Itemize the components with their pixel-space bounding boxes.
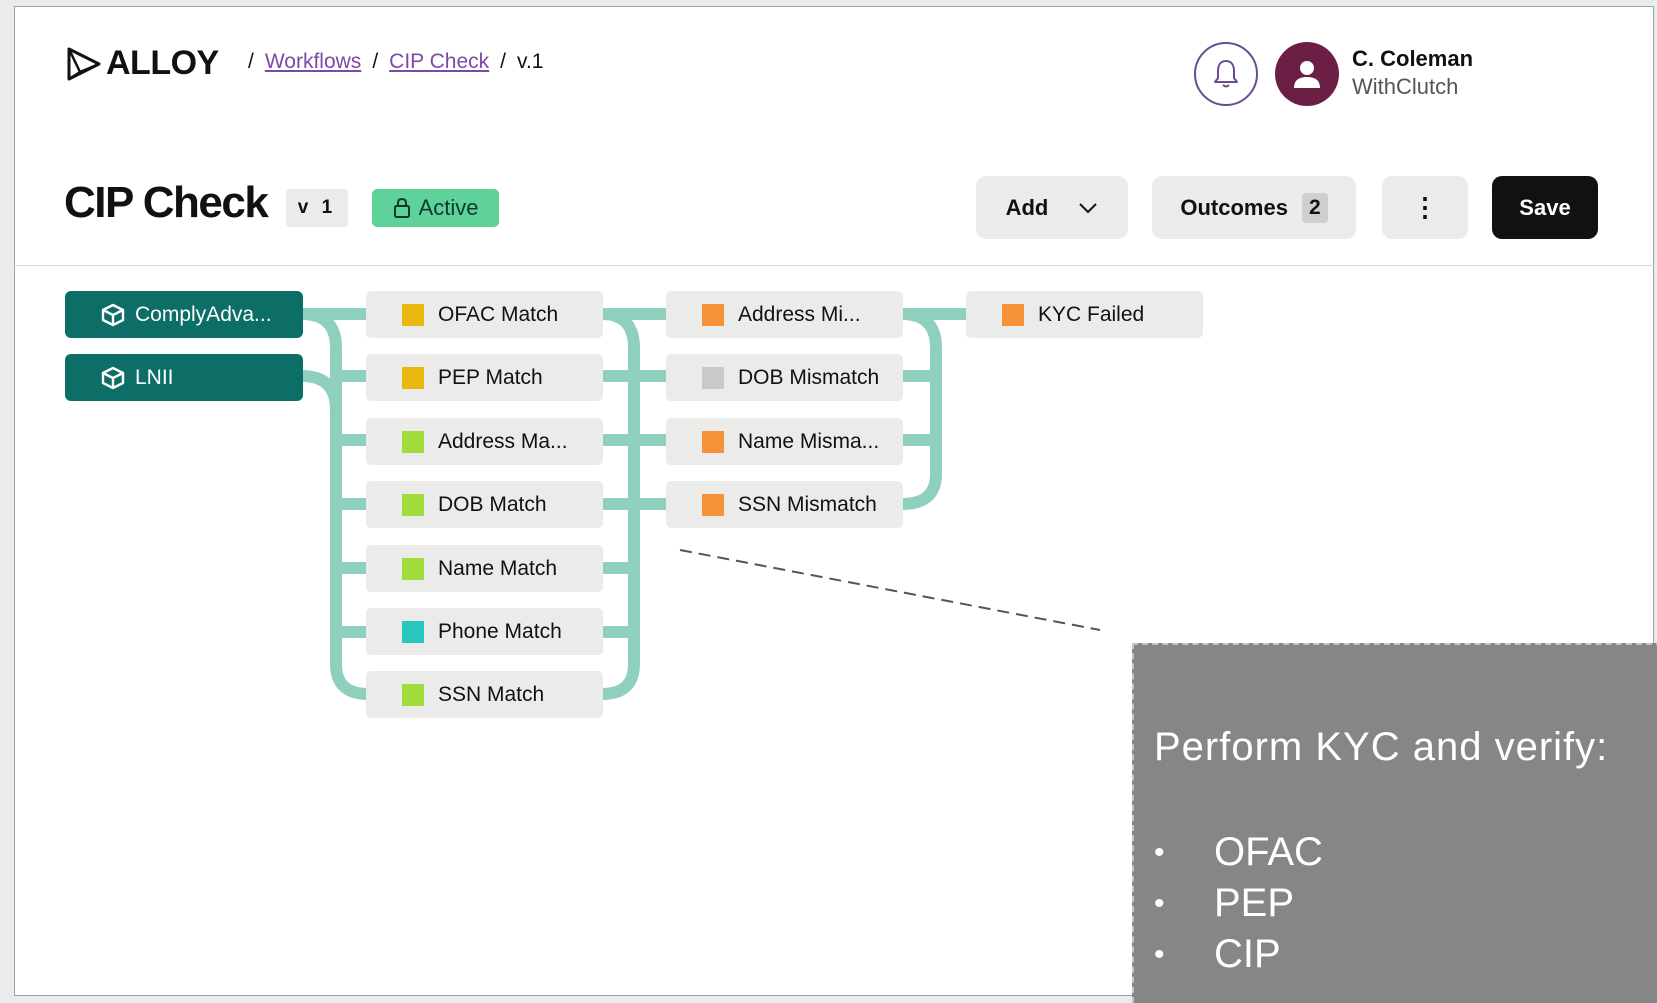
source-node-comply-advantage[interactable]: ComplyAdva... xyxy=(65,291,303,338)
bell-icon xyxy=(1214,60,1238,88)
status-square xyxy=(1002,303,1024,326)
callout-item: PEP xyxy=(1154,878,1323,929)
node-label: Address Mi... xyxy=(738,302,861,326)
status-square xyxy=(402,620,424,643)
node-phone-match[interactable]: Phone Match xyxy=(366,608,603,655)
node-label: DOB Match xyxy=(438,492,547,516)
source-label: LNII xyxy=(135,365,174,389)
node-label: Address Ma... xyxy=(438,429,568,453)
status-square xyxy=(402,683,424,706)
status-label: Active xyxy=(418,195,479,220)
node-label: KYC Failed xyxy=(1038,302,1145,326)
user-org: WithClutch xyxy=(1352,74,1459,99)
page-title: CIP Check xyxy=(64,178,269,227)
status-square xyxy=(402,493,424,516)
header-divider xyxy=(14,265,1654,266)
node-label: SSN Match xyxy=(438,682,545,706)
callout-item: OFAC xyxy=(1154,827,1323,878)
status-square xyxy=(702,303,724,326)
user-icon xyxy=(1294,61,1320,88)
status-square xyxy=(402,430,424,453)
node-kyc-failed[interactable]: KYC Failed xyxy=(966,291,1203,338)
node-label: PEP Match xyxy=(438,365,543,389)
node-ssn-mismatch[interactable]: SSN Mismatch xyxy=(666,481,903,528)
source-node-lnii[interactable]: LNII xyxy=(65,354,303,401)
callout-item: CIP xyxy=(1154,929,1323,980)
breadcrumb-separator: / xyxy=(372,50,379,73)
breadcrumb-workflows[interactable]: Workflows xyxy=(265,50,361,74)
node-pep-match[interactable]: PEP Match xyxy=(366,354,603,401)
node-label: SSN Mismatch xyxy=(738,492,877,516)
avatar[interactable] xyxy=(1275,42,1339,106)
version-badge: v 1 xyxy=(286,189,348,227)
lock-icon xyxy=(393,197,410,218)
node-label: Name Misma... xyxy=(738,429,880,453)
node-address-match[interactable]: Address Ma... xyxy=(366,418,603,465)
callout-heading: Perform KYC and verify: xyxy=(1154,725,1609,769)
breadcrumb: / Workflows / CIP Check / v.1 xyxy=(248,50,543,74)
status-square xyxy=(702,493,724,516)
add-button[interactable]: Add xyxy=(976,176,1128,239)
breadcrumb-current: v.1 xyxy=(517,50,544,73)
save-button[interactable]: Save xyxy=(1492,176,1598,239)
breadcrumb-separator: / xyxy=(500,50,506,73)
more-options-button[interactable]: ⋮ xyxy=(1382,176,1468,239)
package-icon xyxy=(101,366,125,389)
status-square xyxy=(702,430,724,453)
node-ssn-match[interactable]: SSN Match xyxy=(366,671,603,718)
notifications-button[interactable] xyxy=(1194,42,1258,106)
node-ofac-match[interactable]: OFAC Match xyxy=(366,291,603,338)
outcomes-count: 2 xyxy=(1301,192,1328,223)
package-icon xyxy=(101,303,125,326)
status-square xyxy=(702,366,724,389)
callout-list: OFAC PEP CIP xyxy=(1154,827,1323,980)
status-square xyxy=(402,303,424,326)
outcomes-button[interactable]: Outcomes 2 xyxy=(1152,176,1356,239)
chevron-down-icon xyxy=(1079,202,1098,213)
node-label: Phone Match xyxy=(438,619,562,643)
user-name: C. Coleman xyxy=(1352,46,1474,71)
status-square xyxy=(402,557,424,580)
breadcrumb-cip-check[interactable]: CIP Check xyxy=(389,50,489,74)
status-badge: Active xyxy=(372,189,499,227)
kyc-callout: Perform KYC and verify: OFAC PEP CIP xyxy=(1132,643,1657,1003)
brand-name: ALLOY xyxy=(106,44,219,82)
add-label: Add xyxy=(1005,194,1049,220)
node-label: Name Match xyxy=(438,556,558,580)
node-name-mismatch[interactable]: Name Misma... xyxy=(666,418,903,465)
node-name-match[interactable]: Name Match xyxy=(366,545,603,592)
alloy-logo-icon xyxy=(67,47,101,80)
source-label: ComplyAdva... xyxy=(135,302,272,326)
breadcrumb-separator: / xyxy=(248,50,254,73)
alloy-logo[interactable]: ALLOY xyxy=(66,44,219,83)
node-label: DOB Mismatch xyxy=(738,365,880,389)
node-label: OFAC Match xyxy=(438,302,559,326)
node-dob-mismatch[interactable]: DOB Mismatch xyxy=(666,354,903,401)
outcomes-label: Outcomes xyxy=(1180,194,1288,220)
status-square xyxy=(402,366,424,389)
node-address-mismatch[interactable]: Address Mi... xyxy=(666,291,903,338)
node-dob-match[interactable]: DOB Match xyxy=(366,481,603,528)
